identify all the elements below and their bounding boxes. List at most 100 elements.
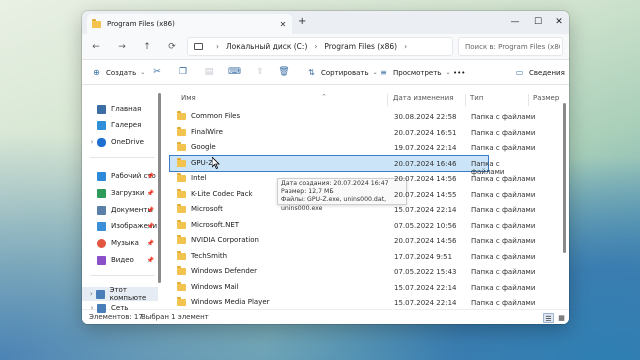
- folder-icon: [177, 172, 186, 182]
- file-name: TechSmith: [191, 252, 228, 260]
- more-options-button[interactable]: •••: [453, 65, 465, 80]
- search-input[interactable]: [465, 42, 560, 51]
- sidebar-item-pictures[interactable]: Изображени 📌: [82, 219, 158, 233]
- column-header-date[interactable]: Дата изменения: [393, 94, 453, 102]
- chevron-down-icon: ⌄: [372, 69, 378, 76]
- title-bar: Program Files (x86) ✕ + — ☐ ✕: [82, 11, 569, 34]
- file-row[interactable]: Microsoft 15.07.2024 22:14 Папка с файлами: [170, 202, 569, 217]
- file-name: Intel: [191, 174, 207, 182]
- address-bar[interactable]: › Локальный диск (C:) › Program Files (x…: [187, 37, 453, 56]
- file-name-cell: Windows Media Player: [177, 296, 270, 306]
- file-name: NVIDIA Corporation: [191, 236, 259, 244]
- file-row[interactable]: Intel 20.07.2024 14:56 Папка с файлами: [170, 171, 569, 186]
- details-pane-button[interactable]: ▭ Сведения: [514, 65, 565, 80]
- folder-icon: [177, 188, 186, 198]
- pin-icon: 📌: [146, 189, 154, 197]
- column-header-type[interactable]: Тип: [470, 94, 483, 102]
- file-name: Common Files: [191, 112, 241, 120]
- column-header-size[interactable]: Размер: [533, 94, 559, 102]
- desktop-icon: [97, 171, 106, 181]
- minimize-button[interactable]: —: [508, 15, 522, 29]
- file-row[interactable]: FinalWire 20.07.2024 16:51 Папка с файлами: [170, 125, 569, 140]
- cut-icon[interactable]: ✂: [151, 66, 163, 78]
- search-box[interactable]: [458, 37, 563, 56]
- rename-icon[interactable]: ⌨: [228, 66, 241, 78]
- file-name-cell: Microsoft: [177, 203, 223, 213]
- sidebar-divider: [90, 275, 155, 276]
- chevron-right-icon: ›: [404, 42, 408, 51]
- chevron-right-icon[interactable]: ›: [87, 304, 97, 312]
- file-name-cell: TechSmith: [177, 250, 228, 260]
- file-row[interactable]: K-Lite Codec Pack 20.07.2024 14:55 Папка с…: [170, 187, 569, 202]
- forward-button[interactable]: →: [115, 40, 129, 54]
- folder-icon: [177, 234, 186, 244]
- refresh-button[interactable]: ⟳: [165, 40, 179, 54]
- file-type: Папка с файлами: [471, 144, 536, 152]
- delete-icon[interactable]: 🗑: [278, 66, 290, 78]
- tab-close-button[interactable]: ✕: [278, 20, 288, 29]
- copy-icon[interactable]: ❐: [177, 66, 189, 78]
- details-pane-icon: ▭: [515, 68, 524, 77]
- folder-icon: [177, 126, 186, 136]
- pin-icon: 📌: [146, 222, 154, 230]
- sidebar-item-music[interactable]: Музыка 📌: [82, 236, 158, 250]
- folder-icon: [177, 281, 186, 291]
- file-row[interactable]: Windows Media Player 15.07.2024 22:14 Папк…: [170, 295, 569, 310]
- view-icon: ≡: [380, 68, 387, 77]
- tiles-view-icon[interactable]: ▦: [556, 313, 567, 323]
- file-date: 19.07.2024 22:14: [394, 144, 457, 152]
- command-bar: ⊕ Создать ⌄ ✂ ❐ ▤ ⌨ ⇪ 🗑 ⇅ Сортировать ⌄ …: [82, 60, 569, 85]
- sidebar-item-network[interactable]: › Сеть: [82, 302, 158, 314]
- file-row[interactable]: Windows Defender 07.05.2022 15:43 Папка с …: [170, 264, 569, 279]
- sort-button[interactable]: ⇅ Сортировать ⌄: [306, 65, 378, 80]
- file-row[interactable]: Windows Mail 15.07.2024 22:14 Папка с файл…: [170, 280, 569, 295]
- pin-icon: 📌: [146, 172, 154, 180]
- file-name: Google: [191, 143, 216, 151]
- pictures-icon: [97, 221, 106, 231]
- file-name: Microsoft: [191, 205, 223, 213]
- sidebar-item-label: Галерея: [111, 121, 142, 129]
- back-button[interactable]: ←: [89, 40, 103, 54]
- sidebar-scrollbar-thumb[interactable]: [158, 93, 161, 283]
- paste-icon[interactable]: ▤: [203, 66, 215, 78]
- tab-program-files[interactable]: Program Files (x86) ✕: [87, 14, 292, 34]
- sidebar-item-videos[interactable]: Видео 📌: [82, 253, 158, 267]
- sidebar-scrollbar[interactable]: [158, 85, 161, 309]
- close-window-button[interactable]: ✕: [552, 15, 566, 29]
- view-button[interactable]: ≡ Просмотреть ⌄: [378, 65, 450, 80]
- file-row[interactable]: NVIDIA Corporation 20.07.2024 14:56 Папка …: [170, 233, 569, 248]
- file-explorer-window: Program Files (x86) ✕ + — ☐ ✕ ← → ↑ ⟳ › …: [82, 11, 569, 324]
- sidebar-item-downloads[interactable]: Загрузки 📌: [82, 186, 158, 200]
- file-row[interactable]: Google 19.07.2024 22:14 Папка с файлами: [170, 140, 569, 155]
- file-row[interactable]: Microsoft.NET 07.05.2022 10:56 Папка с фай…: [170, 218, 569, 233]
- column-header-name[interactable]: Имя: [181, 94, 196, 102]
- file-date: 20.07.2024 14:55: [394, 191, 457, 199]
- sidebar-item-home[interactable]: Главная: [82, 102, 158, 116]
- breadcrumb-local-disk[interactable]: Локальный диск (C:): [226, 42, 307, 51]
- sidebar-item-this-pc[interactable]: › Этот компьюте: [82, 286, 158, 302]
- column-headers: ^ Имя Дата изменения Тип Размер: [164, 94, 564, 106]
- file-row[interactable]: TechSmith 17.07.2024 9:51 Папка с файлами: [170, 249, 569, 264]
- breadcrumb-program-files[interactable]: Program Files (x86): [324, 42, 397, 51]
- file-date: 20.07.2024 14:56: [394, 237, 457, 245]
- details-view-icon[interactable]: ☰: [543, 313, 554, 323]
- file-row[interactable]: Common Files 30.08.2024 22:58 Папка с файл…: [170, 109, 569, 124]
- up-button[interactable]: ↑: [140, 40, 154, 54]
- sidebar-item-documents[interactable]: Документы 📌: [82, 203, 158, 217]
- sidebar-item-gallery[interactable]: Галерея: [82, 118, 158, 132]
- gallery-icon: [97, 120, 106, 130]
- sidebar-item-onedrive[interactable]: › OneDrive: [82, 135, 158, 149]
- pin-icon: 📌: [146, 256, 154, 264]
- new-tab-button[interactable]: +: [298, 16, 306, 27]
- folder-icon: [177, 296, 186, 306]
- network-icon: [97, 303, 106, 313]
- file-name-cell: GPU-Z: [177, 157, 213, 167]
- sidebar-item-desktop[interactable]: Рабочий сто 📌: [82, 169, 158, 183]
- chevron-right-icon[interactable]: ›: [87, 290, 96, 298]
- pin-icon: 📌: [146, 239, 154, 247]
- create-button[interactable]: ⊕ Создать ⌄: [91, 65, 145, 80]
- maximize-button[interactable]: ☐: [531, 15, 545, 29]
- folder-icon: [177, 110, 186, 120]
- share-icon[interactable]: ⇪: [254, 66, 266, 78]
- chevron-right-icon[interactable]: ›: [87, 138, 97, 146]
